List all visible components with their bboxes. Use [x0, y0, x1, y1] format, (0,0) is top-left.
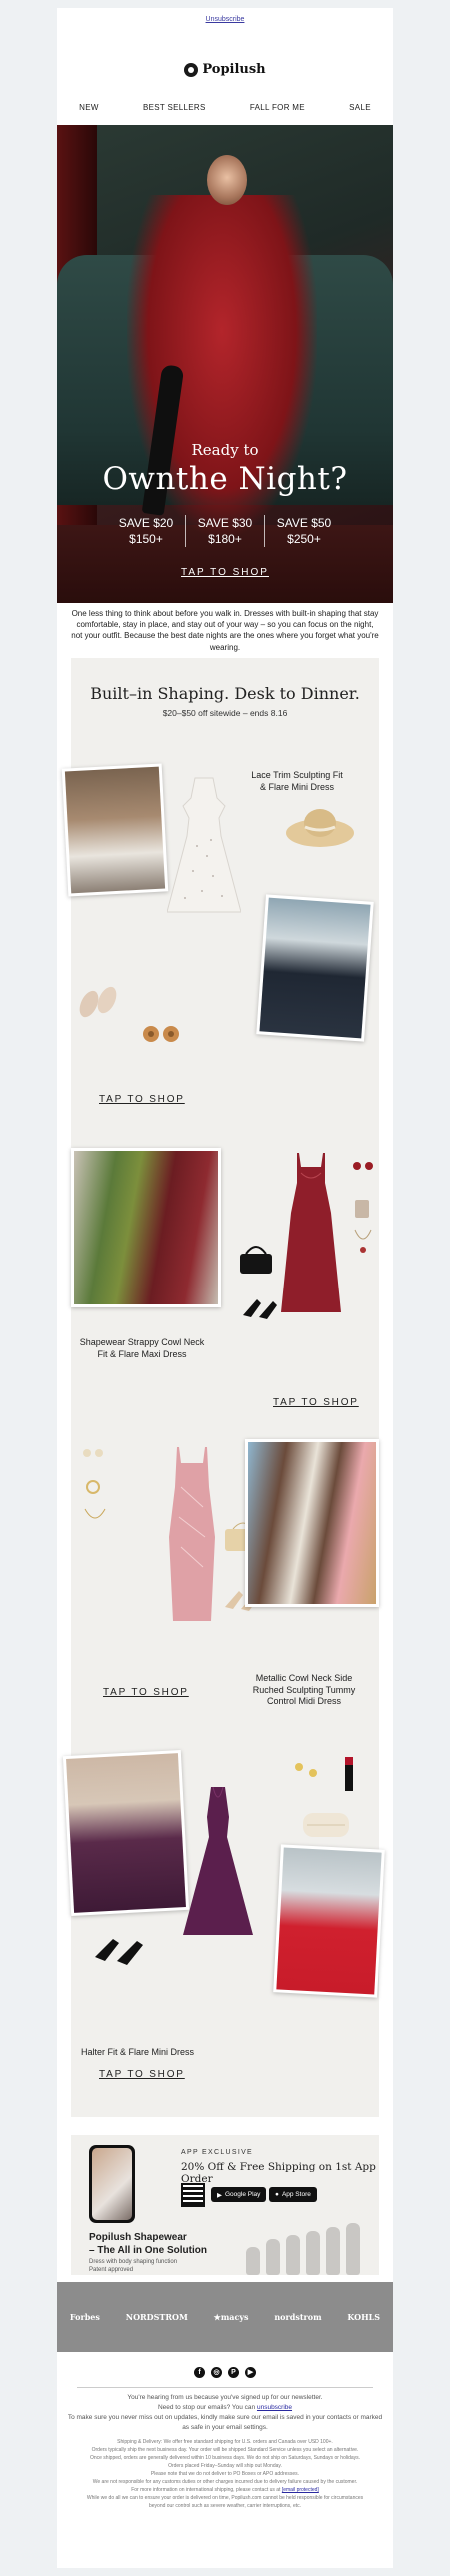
shapewear-title: Popilush Shapewear – The All in One Solu… — [89, 2232, 207, 2256]
product-3-dress-image[interactable] — [163, 1447, 221, 1623]
qr-code-icon[interactable] — [181, 2183, 205, 2207]
black-handbag-image — [236, 1238, 276, 1278]
footer-fine-6: We are not responsible for any customs d… — [92, 2479, 358, 2486]
app-exclusive-label: APP EXCLUSIVE — [181, 2149, 254, 2156]
straw-hat-image — [285, 803, 355, 849]
phone-image — [89, 2145, 135, 2223]
cream-clutch-image — [301, 1807, 351, 1841]
sandals-image — [77, 978, 121, 1020]
offer-save: SAVE $30 — [197, 516, 253, 530]
offer-tier-1: SAVE $20 $150+ — [107, 515, 185, 547]
collection-title: Built–in Shaping. Desk to Dinner. — [90, 684, 360, 703]
press-logo-macys: ★macys — [213, 2312, 249, 2322]
product-2-tap-to-shop-button[interactable]: TAP TO SHOP — [273, 1397, 359, 1408]
instagram-icon[interactable]: ◎ — [211, 2367, 222, 2378]
nav-best-sellers[interactable]: BEST SELLERS — [143, 103, 206, 112]
app-promo-banner[interactable]: APP EXCLUSIVE 20% Off & Free Shipping on… — [71, 2135, 379, 2275]
product-1-dress-image[interactable] — [166, 776, 242, 916]
hero-offers: SAVE $20 $150+ SAVE $30 $180+ SAVE $50 $… — [107, 515, 343, 548]
footer-line-3: To make sure you never miss out on updat… — [67, 2414, 383, 2432]
offer-tier-2: SAVE $30 $180+ — [185, 515, 264, 548]
product-1-lifestyle-photo[interactable] — [61, 763, 169, 897]
offer-threshold: $250+ — [287, 532, 321, 547]
social-links: f ◎ P ▶ — [57, 2367, 393, 2378]
press-logo-kohls: KOHLS — [347, 2312, 381, 2322]
footer-fine-9: beyond our control such as severe weathe… — [148, 2503, 302, 2510]
shapewear-garments-image — [246, 2223, 360, 2275]
product-4-tap-to-shop-button[interactable]: TAP TO SHOP — [99, 2069, 185, 2080]
footer-fine-1: Shipping & Delivery: We offer free stand… — [117, 2439, 333, 2446]
offer-save: SAVE $20 — [118, 516, 174, 530]
footer-fine-4: Orders placed Friday–Sunday will ship ou… — [168, 2463, 282, 2470]
offer-threshold: $180+ — [208, 532, 242, 547]
product-1-name[interactable]: Lace Trim Sculpting Fit & Flare Mini Dre… — [247, 770, 347, 793]
hero-headline: Ownthe Night? — [102, 461, 348, 497]
footer-fine-5: Please note that we do not deliver to PO… — [150, 2471, 300, 2478]
hero-banner[interactable]: Ready to Ownthe Night? SAVE $20 $150+ SA… — [57, 125, 393, 603]
collection-subtitle: $20–$50 off sitewide – ends 8.16 — [162, 708, 288, 718]
footer-fine-8: While we do all we can to ensure your or… — [86, 2495, 364, 2502]
accessories-jewelry-image — [351, 1158, 379, 1258]
earrings-image — [141, 1018, 181, 1046]
app-headline: 20% Off & Free Shipping on 1st App Order — [181, 2161, 376, 2185]
hero-line1: Ready to — [191, 441, 259, 459]
product-1-model-photo[interactable] — [256, 894, 374, 1042]
offer-tier-3: SAVE $50 $250+ — [264, 515, 343, 548]
shapewear-desc: Dress with body shaping function Patent … — [89, 2259, 178, 2273]
email-container: Unsubscribe Popilush NEW BEST SELLERS FA… — [57, 8, 393, 2568]
pinterest-icon[interactable]: P — [228, 2367, 239, 2378]
top-nav: NEW BEST SELLERS FALL FOR ME SALE — [57, 103, 393, 112]
press-logos-bar: Forbes NORDSTROM ★macys nordstrom KOHLS — [57, 2282, 393, 2352]
facebook-icon[interactable]: f — [194, 2367, 205, 2378]
apple-icon: ● — [275, 2191, 279, 2198]
footer-fine-7: For more information on international sh… — [131, 2487, 319, 2494]
google-play-button[interactable]: ▶ Google Play — [211, 2187, 267, 2202]
nav-fall-for-me[interactable]: FALL FOR ME — [250, 103, 305, 112]
brand-logo[interactable]: Popilush — [57, 62, 393, 77]
press-logo-nordstrom-2: nordstrom — [274, 2312, 322, 2322]
product-3-name[interactable]: Metallic Cowl Neck Side Ruched Sculpting… — [249, 1673, 359, 1708]
product-4-name[interactable]: Halter Fit & Flare Mini Dress — [81, 2047, 231, 2059]
jewelry-lipstick-image — [291, 1757, 361, 1797]
intro-text: One less thing to think about before you… — [71, 609, 379, 652]
footer-line-2: Need to stop our emails? You can unsubsc… — [157, 2404, 293, 2412]
product-3-model-photo[interactable] — [245, 1439, 379, 1607]
app-store-button[interactable]: ● App Store — [269, 2187, 317, 2202]
footer-line-1: You're hearing from us because you've si… — [127, 2394, 323, 2401]
press-logo-nordstrom: NORDSTROM — [125, 2312, 188, 2322]
product-4-dress-image[interactable] — [183, 1786, 253, 1937]
footer-unsubscribe-link[interactable]: unsubscribe — [257, 2404, 292, 2411]
product-4-model-photo[interactable] — [62, 1750, 190, 1916]
brand-mark-icon — [184, 62, 199, 77]
unsubscribe-link[interactable]: Unsubscribe — [57, 16, 393, 23]
gold-jewelry-image — [81, 1447, 111, 1537]
offer-save: SAVE $50 — [276, 516, 332, 530]
press-logo-forbes: Forbes — [69, 2312, 100, 2322]
product-2-dress-image[interactable] — [281, 1153, 341, 1314]
hero-tap-to-shop-button[interactable]: TAP TO SHOP — [57, 567, 393, 578]
product-4-red-dress-photo[interactable] — [273, 1844, 385, 1998]
footer-fine-3: Once shipped, orders are generally deliv… — [89, 2455, 361, 2462]
offer-threshold: $150+ — [129, 532, 163, 547]
collection-panel: Built–in Shaping. Desk to Dinner. $20–$5… — [61, 658, 385, 2117]
brand-name: Popilush — [202, 62, 266, 77]
footer-divider — [77, 2387, 373, 2388]
product-2-name[interactable]: Shapewear Strappy Cowl Neck Fit & Flare … — [77, 1337, 207, 1360]
footer-fine-2: Orders typically ship the next business … — [91, 2447, 359, 2454]
footer: You're hearing from us because you've si… — [67, 2393, 383, 2510]
google-play-icon: ▶ — [217, 2191, 222, 2199]
footer-email-link[interactable]: [email protected] — [282, 2487, 319, 2493]
youtube-icon[interactable]: ▶ — [245, 2367, 256, 2378]
nav-new[interactable]: NEW — [79, 103, 99, 112]
product-1-tap-to-shop-button[interactable]: TAP TO SHOP — [99, 1094, 185, 1105]
product-2-model-photo[interactable] — [71, 1148, 221, 1307]
hero-model-head — [207, 155, 247, 205]
nav-sale[interactable]: SALE — [349, 103, 371, 112]
black-heels-image-2 — [91, 1927, 151, 1967]
black-heels-image — [239, 1286, 279, 1325]
product-3-tap-to-shop-button[interactable]: TAP TO SHOP — [103, 1687, 189, 1698]
